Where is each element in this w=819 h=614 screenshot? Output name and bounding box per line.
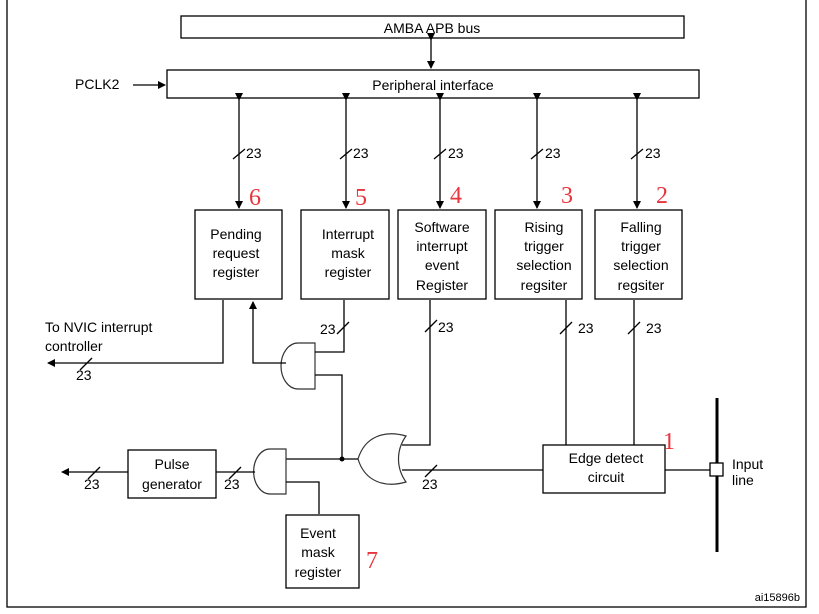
width-label: 23 [645,145,661,161]
svg-text:23: 23 [438,319,454,335]
svg-text:23: 23 [646,320,662,336]
svg-text:regsiter: regsiter [521,277,568,293]
exti-block-diagram: AMBA APB bus Peripheral interface PCLK2 … [6,0,807,608]
width-label: 23 [545,145,561,161]
svg-text:Edge detect: Edge detect [569,450,644,466]
svg-text:Falling: Falling [620,219,661,235]
svg-text:register: register [295,564,342,580]
interrupt-mask-register: Interrupt mask register 5 [300,185,390,300]
pending-set-line [249,301,286,364]
svg-text:trigger: trigger [524,238,564,254]
svg-text:23: 23 [320,321,336,337]
callout-number: 4 [450,183,462,209]
nvic-label: To NVIC interrupt [45,319,152,335]
width-label: 23 [246,145,262,161]
input-pin [709,462,724,477]
svg-text:23: 23 [76,367,92,383]
svg-text:Event: Event [300,525,336,541]
svg-text:23: 23 [224,476,240,492]
svg-text:23: 23 [422,476,438,492]
nvic-label: controller [45,338,103,354]
peripheral-interface-label: Peripheral interface [372,77,494,93]
width-label: 23 [353,145,369,161]
svg-text:23: 23 [84,476,100,492]
callout-number: 1 [663,429,675,455]
junction-dot [339,456,345,462]
svg-text:selection: selection [516,257,571,273]
peripheral-interface: Peripheral interface [166,69,700,99]
bus-label: AMBA APB bus [384,20,481,36]
svg-text:circuit: circuit [588,469,625,485]
svg-text:request: request [213,245,260,261]
callout-number: 2 [656,183,668,209]
svg-text:interrupt: interrupt [416,238,467,254]
and-input-line [315,374,343,459]
software-interrupt-event-register: Software interrupt event Register 4 [397,183,487,300]
svg-text:trigger: trigger [621,238,661,254]
width-label: 23 [448,145,464,161]
svg-text:regsiter: regsiter [618,277,665,293]
svg-text:generator: generator [142,476,202,492]
callout-number: 5 [355,185,367,211]
callout-number: 7 [366,548,378,574]
callout-number: 6 [249,185,261,211]
figure-id: ai15896b [755,592,800,604]
svg-text:Rising: Rising [525,219,564,235]
amba-apb-bus: AMBA APB bus [180,15,685,39]
event-and-gate [253,448,287,495]
svg-text:Register: Register [416,277,468,293]
input-line-label: line [732,472,754,488]
event-mask-register: Event mask register 7 [285,514,378,589]
svg-text:Interrupt: Interrupt [322,226,374,242]
input-line-label: Input [732,456,763,472]
svg-text:mask: mask [331,245,365,261]
rising-trigger-selection-register: Rising trigger selection regsiter 3 [494,183,583,300]
pulse-generator: Pulse generator [127,449,217,499]
svg-text:Software: Software [414,219,469,235]
clock-label: PCLK2 [75,76,120,92]
svg-text:selection: selection [613,257,668,273]
register-bus-links: 23 23 23 23 23 [232,93,661,209]
svg-text:mask: mask [301,544,335,560]
svg-text:Pulse: Pulse [154,456,189,472]
software-line [402,300,431,446]
svg-text:23: 23 [578,320,594,336]
edge-detect-circuit: Edge detect circuit 1 [542,429,675,494]
falling-trigger-selection-register: Falling trigger selection regsiter 2 [594,183,683,300]
event-mask-line [286,481,320,514]
trigger-or-gate [357,433,407,485]
svg-text:register: register [325,264,372,280]
callout-number: 3 [561,183,573,209]
interrupt-and-gate [280,342,316,390]
svg-text:Pending: Pending [210,226,261,242]
svg-text:event: event [425,257,459,273]
svg-text:register: register [213,264,260,280]
